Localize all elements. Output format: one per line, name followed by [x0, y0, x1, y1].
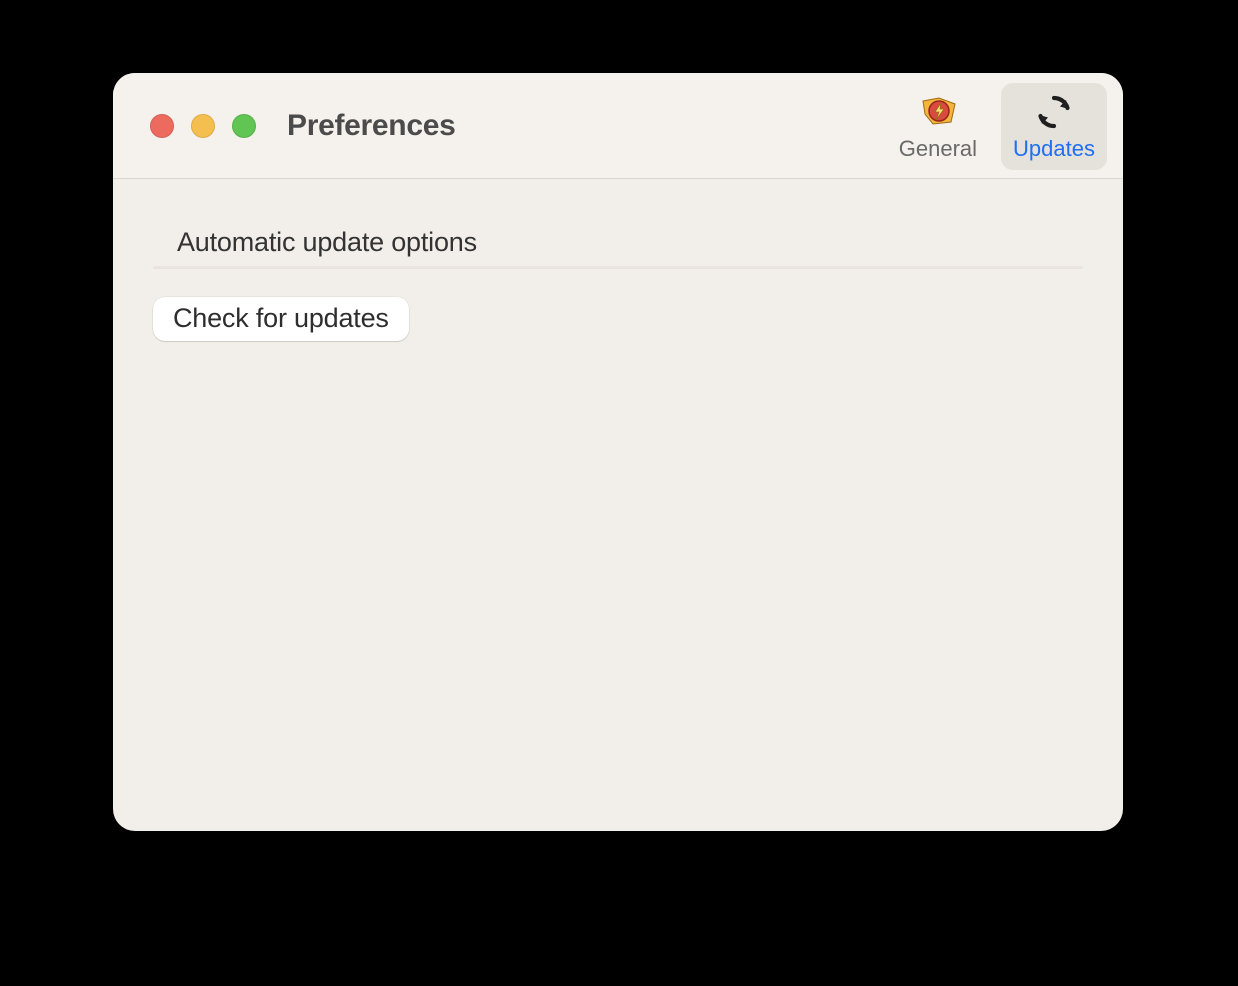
preferences-window: Preferences General [113, 73, 1123, 831]
tab-updates-label: Updates [1013, 136, 1095, 162]
window-title: Preferences [287, 109, 455, 143]
refresh-arrows-icon [1035, 91, 1073, 132]
general-app-icon [917, 91, 959, 132]
check-for-updates-button[interactable]: Check for updates [153, 297, 409, 341]
section-title: Automatic update options [177, 227, 1083, 258]
tab-general[interactable]: General [887, 83, 989, 170]
toolbar-tabs: General Updates [887, 83, 1107, 170]
traffic-lights [150, 114, 256, 138]
minimize-button[interactable] [191, 114, 215, 138]
content-area: Automatic update options Check for updat… [113, 179, 1123, 341]
close-button[interactable] [150, 114, 174, 138]
titlebar: Preferences General [113, 73, 1123, 179]
tab-general-label: General [899, 136, 977, 162]
section-divider [153, 266, 1083, 269]
zoom-button[interactable] [232, 114, 256, 138]
tab-updates[interactable]: Updates [1001, 83, 1107, 170]
